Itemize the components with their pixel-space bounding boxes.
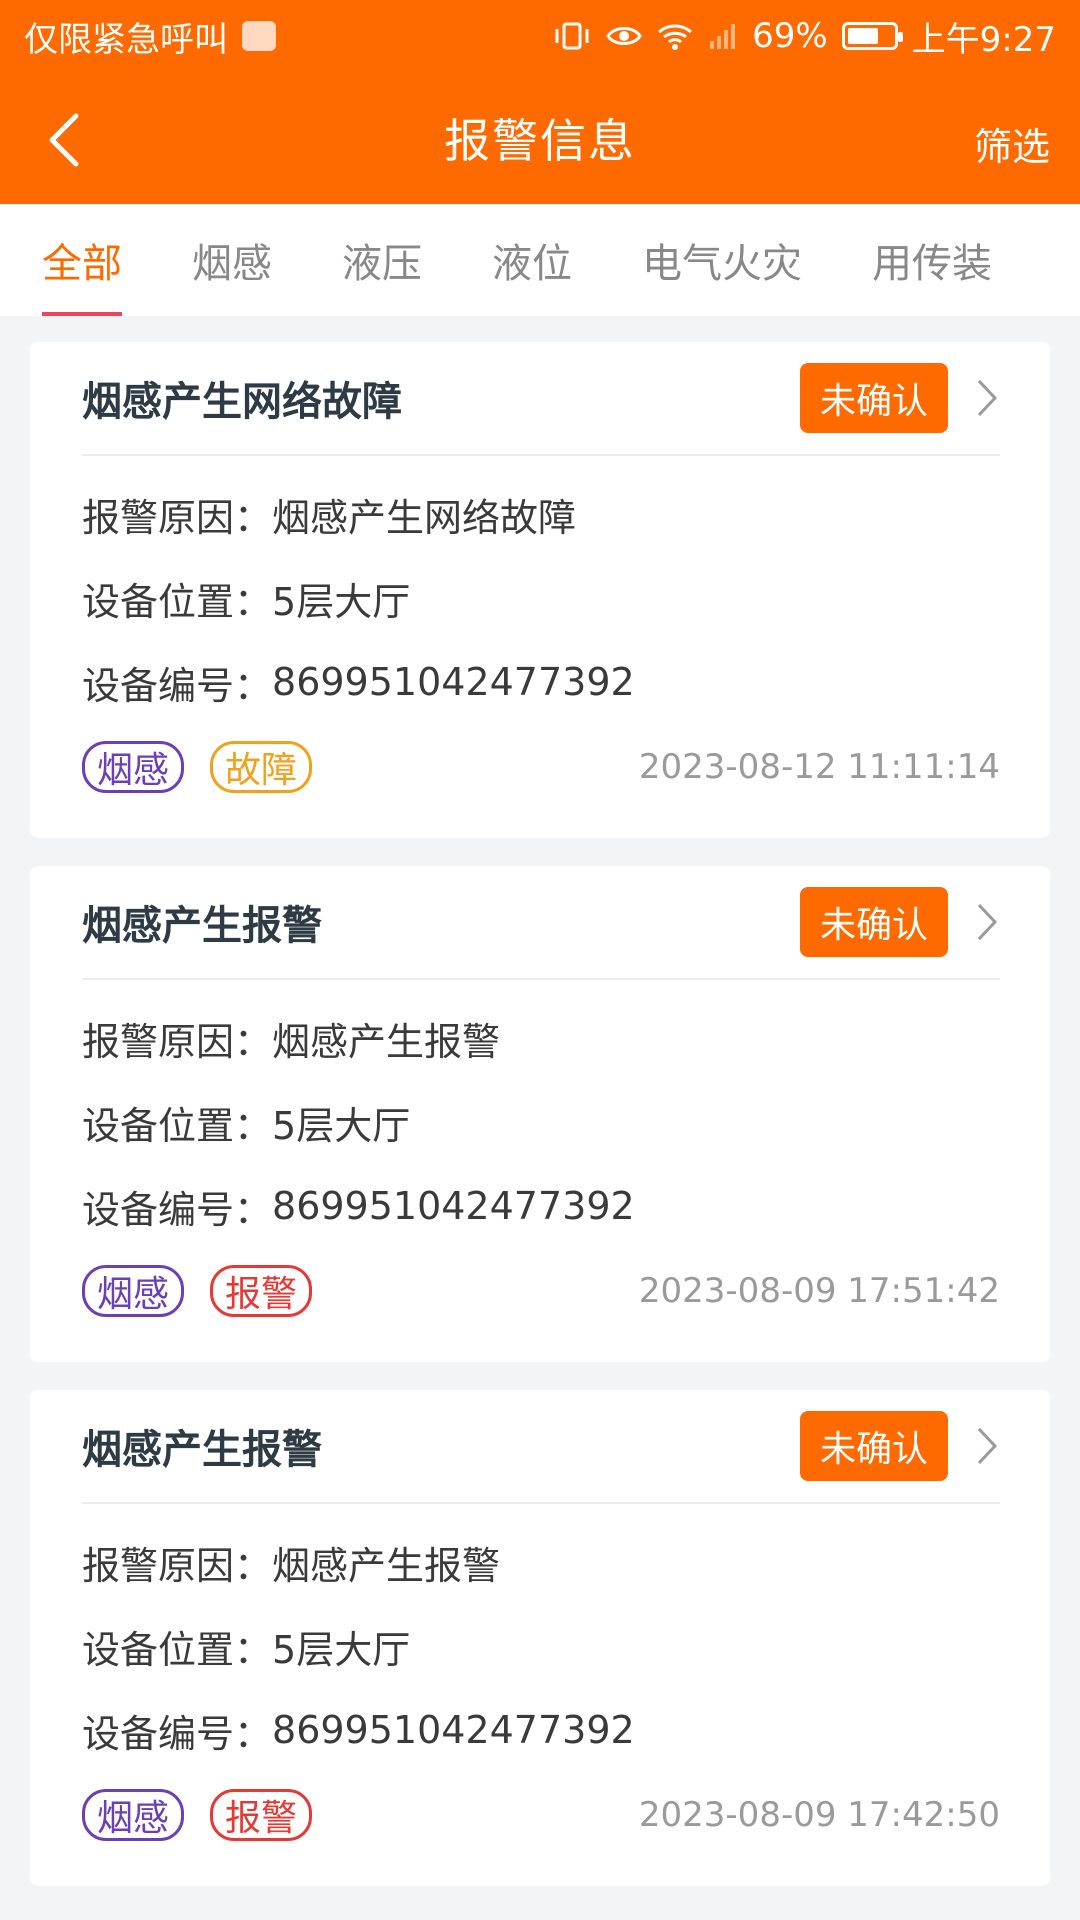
tab-all[interactable]: 全部: [42, 204, 122, 316]
alarm-reason-label: 报警原因：: [82, 495, 273, 540]
device-id-label: 设备编号：: [82, 1187, 273, 1232]
tag-group: 烟感 报警: [82, 1789, 313, 1841]
battery-icon: [841, 22, 903, 50]
alarm-card[interactable]: 烟感产生报警 未确认 报警原因： 烟感产生报警 设备位置： 5层大厅 设备编号： 86…: [30, 866, 1050, 1362]
card-title: 烟感产生报警: [82, 903, 322, 949]
unconfirmed-button[interactable]: 未确认: [799, 887, 948, 957]
filter-button[interactable]: 筛选: [974, 116, 1050, 171]
device-id-label: 设备编号：: [82, 1711, 273, 1756]
card-header: 烟感产生报警 未确认: [82, 866, 1000, 980]
page-title: 报警信息: [444, 114, 636, 168]
vibrate-icon: [552, 21, 592, 51]
chevron-right-icon[interactable]: [974, 1426, 1000, 1466]
device-location-value: 5层大厅: [272, 1627, 411, 1672]
chevron-right-icon[interactable]: [974, 378, 1000, 418]
status-bar: 仅限紧急呼叫 69% 上午9:27: [0, 0, 1080, 72]
tag-group: 烟感 报警: [82, 1265, 313, 1317]
tab-electrical-fire[interactable]: 电气火灾: [642, 204, 802, 316]
device-location-value: 5层大厅: [272, 1103, 411, 1148]
card-actions: 未确认: [799, 1411, 1000, 1481]
tab-transmission[interactable]: 用传装: [872, 204, 992, 316]
card-body: 报警原因： 烟感产生报警 设备位置： 5层大厅 设备编号： 8699510424773…: [82, 980, 1000, 1334]
alarm-list: 烟感产生网络故障 未确认 报警原因： 烟感产生网络故障 设备位置： 5层大厅 设备编…: [0, 316, 1080, 1886]
huawei-icon: [242, 21, 276, 51]
card-footer: 烟感 报警 2023-08-09 17:51:42: [82, 1248, 1000, 1334]
device-id-value: 869951042477392: [272, 1184, 635, 1228]
alarm-reason-row: 报警原因： 烟感产生网络故障: [82, 472, 1000, 556]
chevron-right-icon[interactable]: [974, 902, 1000, 942]
tab-smoke[interactable]: 烟感: [192, 204, 272, 316]
card-footer: 烟感 报警 2023-08-09 17:42:50: [82, 1772, 1000, 1858]
battery-percent: 69%: [752, 16, 828, 56]
card-header: 烟感产生报警 未确认: [82, 1390, 1000, 1504]
clock: 上午9:27: [911, 19, 1056, 60]
card-actions: 未确认: [799, 887, 1000, 957]
alarm-time: 2023-08-12 11:11:14: [638, 747, 1000, 787]
back-arrow-icon: [49, 113, 79, 167]
type-tag: 烟感: [82, 1789, 185, 1841]
type-tag: 烟感: [82, 1265, 185, 1317]
type-tag: 烟感: [82, 741, 185, 793]
tab-hydraulic[interactable]: 液压: [342, 204, 422, 316]
unconfirmed-button[interactable]: 未确认: [799, 363, 948, 433]
card-body: 报警原因： 烟感产生网络故障 设备位置： 5层大厅 设备编号： 86995104247…: [82, 456, 1000, 810]
card-actions: 未确认: [799, 363, 1000, 433]
device-id-value: 869951042477392: [272, 1708, 635, 1752]
carrier-text: 仅限紧急呼叫: [24, 19, 228, 60]
alarm-time: 2023-08-09 17:51:42: [638, 1271, 1000, 1311]
card-body: 报警原因： 烟感产生报警 设备位置： 5层大厅 设备编号： 8699510424773…: [82, 1504, 1000, 1858]
device-id-value: 869951042477392: [272, 660, 635, 704]
app-header: 报警信息 筛选: [0, 72, 1080, 204]
eye-icon: [606, 21, 642, 51]
alarm-reason-value: 烟感产生报警: [272, 1019, 501, 1064]
device-location-row: 设备位置： 5层大厅: [82, 556, 1000, 640]
card-header: 烟感产生网络故障 未确认: [82, 342, 1000, 456]
device-id-row: 设备编号： 869951042477392: [82, 640, 1000, 724]
alarm-reason-label: 报警原因：: [82, 1543, 273, 1588]
alarm-time: 2023-08-09 17:42:50: [638, 1795, 1000, 1835]
battery-level: [847, 28, 878, 44]
device-id-row: 设备编号： 869951042477392: [82, 1688, 1000, 1772]
card-title: 烟感产生网络故障: [82, 379, 402, 425]
device-id-label: 设备编号：: [82, 663, 273, 708]
alarm-card[interactable]: 烟感产生报警 未确认 报警原因： 烟感产生报警 设备位置： 5层大厅 设备编号： 86…: [30, 1390, 1050, 1886]
status-left: 仅限紧急呼叫: [24, 12, 276, 61]
alarm-tag: 报警: [210, 1789, 313, 1841]
unconfirmed-button[interactable]: 未确认: [799, 1411, 948, 1481]
alarm-reason-value: 烟感产生网络故障: [272, 495, 577, 540]
device-id-row: 设备编号： 869951042477392: [82, 1164, 1000, 1248]
alarm-reason-label: 报警原因：: [82, 1019, 273, 1064]
alarm-reason-row: 报警原因： 烟感产生报警: [82, 996, 1000, 1080]
alarm-card[interactable]: 烟感产生网络故障 未确认 报警原因： 烟感产生网络故障 设备位置： 5层大厅 设备编…: [30, 342, 1050, 838]
device-location-row: 设备位置： 5层大厅: [82, 1080, 1000, 1164]
alarm-reason-row: 报警原因： 烟感产生报警: [82, 1520, 1000, 1604]
alarm-tag: 报警: [210, 1265, 313, 1317]
device-location-label: 设备位置：: [82, 1627, 273, 1672]
status-right: 69% 上午9:27: [552, 12, 1056, 61]
device-location-label: 设备位置：: [82, 579, 273, 624]
device-location-row: 设备位置： 5层大厅: [82, 1604, 1000, 1688]
category-tabs: 全部 烟感 液压 液位 电气火灾 用传装: [0, 204, 1080, 316]
back-button[interactable]: [36, 112, 92, 168]
device-location-value: 5层大厅: [272, 579, 411, 624]
tab-liquid-level[interactable]: 液位: [492, 204, 572, 316]
tag-group: 烟感 故障: [82, 741, 313, 793]
fault-tag: 故障: [210, 741, 313, 793]
device-location-label: 设备位置：: [82, 1103, 273, 1148]
wifi-icon: [656, 21, 694, 51]
alarm-reason-value: 烟感产生报警: [272, 1543, 501, 1588]
signal-icon: [708, 21, 738, 51]
card-footer: 烟感 故障 2023-08-12 11:11:14: [82, 724, 1000, 810]
card-title: 烟感产生报警: [82, 1427, 322, 1473]
